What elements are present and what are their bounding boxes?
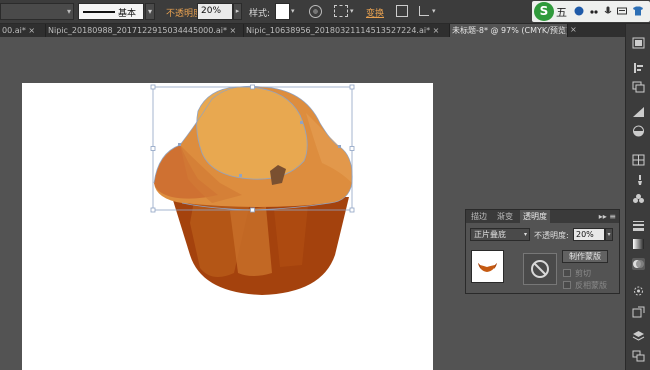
tab-document-2[interactable]: Nipic_20180988_20171229150344450​00.ai* … xyxy=(46,24,244,37)
stroke-style-label: 基本 xyxy=(118,9,137,19)
panel-opacity-arrow[interactable]: ▾ xyxy=(605,228,613,241)
tab-gradient[interactable]: 渐变 xyxy=(494,210,516,223)
fill-dropdown[interactable]: ▾ xyxy=(0,3,74,20)
symbols-panel-icon[interactable] xyxy=(632,193,645,205)
gradient-swatch-icon[interactable] xyxy=(632,238,645,250)
tab-stroke[interactable]: 描边 xyxy=(468,210,490,223)
ime-logo[interactable]: S xyxy=(534,2,554,21)
artboard[interactable] xyxy=(22,83,433,370)
clip-label: 剪切 xyxy=(575,269,591,278)
panel-dock xyxy=(625,24,650,370)
transform-reflect-icon[interactable] xyxy=(418,5,430,17)
resize-handle[interactable] xyxy=(349,146,355,151)
make-mask-button[interactable]: 制作蒙版 xyxy=(562,250,608,263)
tab-transparency[interactable]: 透明度 xyxy=(520,210,550,223)
mask-thumbnail[interactable] xyxy=(523,253,557,285)
panel-opacity-label: 不透明度: xyxy=(534,231,569,240)
shirt-icon[interactable] xyxy=(632,6,643,16)
align-arrow[interactable]: ▾ xyxy=(350,3,358,20)
transform-bounds-icon[interactable] xyxy=(396,5,408,17)
resize-handle[interactable] xyxy=(250,84,255,90)
pathfinder-panel-icon[interactable] xyxy=(632,154,645,166)
export-panel-icon[interactable] xyxy=(632,306,645,318)
artwork-thumbnail[interactable] xyxy=(471,250,504,283)
cupcake-artwork[interactable] xyxy=(22,83,433,370)
transform-link[interactable]: 变换 xyxy=(366,6,384,19)
style-arrow[interactable]: ▾ xyxy=(291,3,299,20)
opacity-stepper[interactable]: ▸ xyxy=(233,3,242,20)
color-panel-icon[interactable] xyxy=(632,285,645,297)
layers-panel-icon[interactable] xyxy=(632,330,645,342)
transform-arrow[interactable]: ▾ xyxy=(432,3,440,20)
tab-document-3[interactable]: Nipic_10638956_20180321114513527224.ai* … xyxy=(244,24,450,37)
keyboard-icon[interactable] xyxy=(617,6,627,16)
ime-mode[interactable]: 五 xyxy=(556,4,567,20)
stroke-profile-arrow[interactable]: ▾ xyxy=(145,3,155,20)
align-icon[interactable] xyxy=(334,5,348,17)
transform-panel-icon[interactable] xyxy=(632,81,645,93)
transparency-panel: 描边 渐变 透明度 ▸▸ ≡ 正片叠底 ▾ 不透明度: 20% ▾ 制作蒙版 剪切… xyxy=(465,209,620,294)
stroke-profile-dropdown[interactable]: 基本 xyxy=(78,3,144,20)
close-tab-icon[interactable]: × xyxy=(570,25,577,34)
opacity-input[interactable]: 20% xyxy=(197,3,233,20)
resize-handle[interactable] xyxy=(250,207,255,213)
style-label: 样式: xyxy=(249,9,271,19)
blend-mode-value: 正片叠底 xyxy=(474,230,506,239)
artboards-panel-icon[interactable] xyxy=(632,350,645,362)
invert-mask-checkbox[interactable] xyxy=(563,281,571,289)
style-swatch[interactable] xyxy=(275,3,290,20)
panel-menu-icon[interactable]: ▸▸ ≡ xyxy=(599,210,616,223)
stroke-line-icon xyxy=(83,11,115,13)
tab-document-active[interactable]: 未标题-8* @ 97% (CMYK/预览) xyxy=(450,24,568,37)
punctuation-icon[interactable] xyxy=(589,6,599,16)
control-bar: ▾ 基本 ▾ 不透明度: 20% ▸ 样式: ▾ ▾ 变换 ▾ S 五 xyxy=(0,0,650,24)
transparency-panel-icon[interactable] xyxy=(632,258,645,270)
ime-toolbar: S 五 xyxy=(532,1,650,22)
invert-mask-label: 反相蒙版 xyxy=(575,281,607,290)
document-tabs: 00.ai* × Nipic_20180988_2017122915034445… xyxy=(0,24,625,37)
resize-handle[interactable] xyxy=(150,84,156,90)
panel-tab-bar: 描边 渐变 透明度 ▸▸ ≡ xyxy=(466,210,619,223)
resize-handle[interactable] xyxy=(349,207,355,213)
brushes-panel-icon[interactable] xyxy=(632,174,645,186)
panel-opacity-input[interactable]: 20% xyxy=(573,228,605,241)
color-guide-icon[interactable] xyxy=(632,37,645,49)
clip-checkbox[interactable] xyxy=(563,269,571,277)
resize-handle[interactable] xyxy=(150,146,156,151)
moon-icon[interactable] xyxy=(574,6,584,16)
tab-document-1[interactable]: 00.ai* × xyxy=(0,24,46,37)
appearance-panel-icon[interactable] xyxy=(632,125,645,137)
blend-mode-dropdown[interactable]: 正片叠底 ▾ xyxy=(470,228,530,241)
recolor-icon[interactable] xyxy=(309,5,322,18)
microphone-icon[interactable] xyxy=(603,6,613,16)
resize-handle[interactable] xyxy=(349,84,355,90)
stroke-panel-icon[interactable] xyxy=(632,219,645,231)
resize-handle[interactable] xyxy=(150,207,156,213)
gradient-panel-icon[interactable] xyxy=(632,106,645,118)
align-panel-icon[interactable] xyxy=(632,62,645,74)
